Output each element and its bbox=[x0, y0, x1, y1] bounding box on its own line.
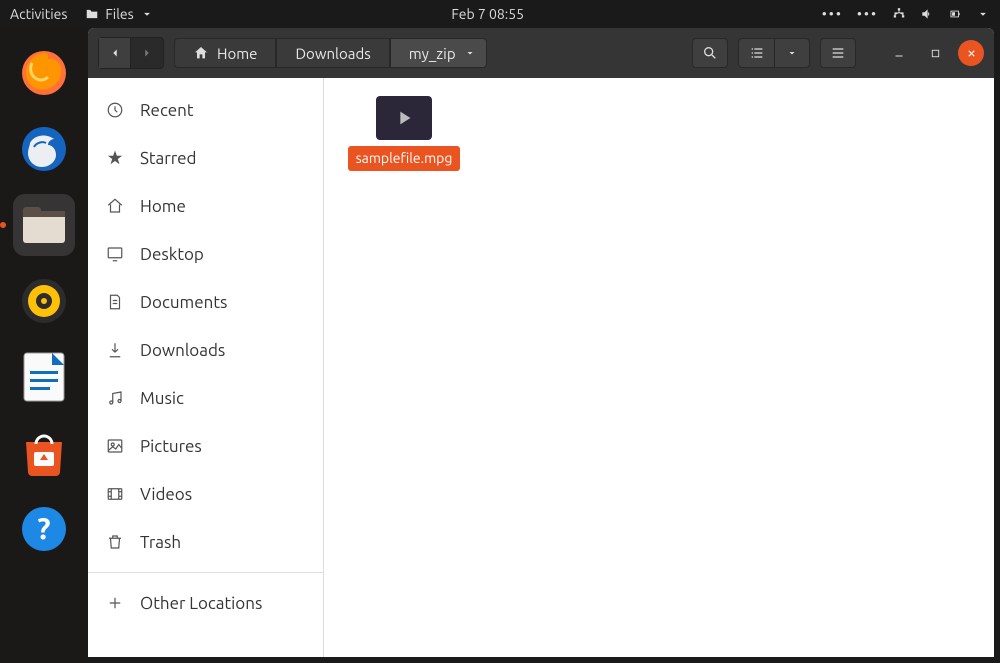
picture-icon bbox=[106, 437, 124, 455]
sidebar-item-videos[interactable]: Videos bbox=[88, 470, 323, 518]
list-view-button[interactable] bbox=[738, 38, 774, 68]
dock-rhythmbox[interactable] bbox=[13, 270, 75, 332]
sidebar-item-documents[interactable]: Documents bbox=[88, 278, 323, 326]
thunderbird-icon bbox=[20, 125, 68, 173]
breadcrumb-current[interactable]: my_zip bbox=[390, 38, 487, 68]
sidebar-item-label: Home bbox=[140, 197, 186, 216]
sidebar-item-music[interactable]: Music bbox=[88, 374, 323, 422]
window-titlebar: Home Downloads my_zip bbox=[88, 28, 994, 78]
maximize-icon bbox=[930, 48, 941, 59]
help-icon: ? bbox=[20, 505, 68, 553]
sidebar-item-recent[interactable]: Recent bbox=[88, 86, 323, 134]
file-name-label: samplefile.mpg bbox=[348, 146, 461, 171]
list-icon bbox=[749, 45, 765, 61]
chevron-left-icon bbox=[108, 46, 122, 60]
sidebar-item-label: Starred bbox=[140, 149, 197, 168]
sidebar-item-trash[interactable]: Trash bbox=[88, 518, 323, 566]
hamburger-icon bbox=[830, 45, 846, 61]
chevron-down-icon bbox=[464, 47, 476, 59]
file-item[interactable]: samplefile.mpg bbox=[352, 96, 456, 171]
breadcrumb-current-label: my_zip bbox=[409, 45, 456, 62]
home-icon bbox=[193, 45, 209, 61]
hamburger-menu-button[interactable] bbox=[820, 38, 856, 68]
sidebar-item-other-locations[interactable]: Other Locations bbox=[88, 579, 323, 627]
chevron-down-icon[interactable] bbox=[976, 7, 990, 21]
plus-icon bbox=[106, 594, 124, 612]
speaker-icon bbox=[20, 277, 68, 325]
view-controls bbox=[738, 38, 810, 68]
video-icon bbox=[106, 485, 124, 503]
dock-help[interactable]: ? bbox=[13, 498, 75, 560]
firefox-icon bbox=[20, 49, 68, 97]
sidebar-item-home[interactable]: Home bbox=[88, 182, 323, 230]
volume-icon[interactable] bbox=[920, 7, 934, 21]
indicator-dots-1[interactable]: ••• bbox=[822, 6, 843, 22]
sidebar-item-label: Music bbox=[140, 389, 184, 408]
breadcrumb-downloads[interactable]: Downloads bbox=[276, 38, 389, 68]
sidebar-item-label: Pictures bbox=[140, 437, 202, 456]
dock-libreoffice[interactable] bbox=[13, 346, 75, 408]
video-thumbnail bbox=[376, 96, 432, 140]
places-sidebar: Recent Starred Home Desktop Documents Do… bbox=[88, 78, 324, 657]
minimize-button[interactable] bbox=[886, 40, 912, 66]
document-icon bbox=[106, 293, 124, 311]
breadcrumb-home[interactable]: Home bbox=[174, 38, 276, 68]
network-icon[interactable] bbox=[892, 7, 906, 21]
dock-files[interactable] bbox=[13, 194, 75, 256]
file-grid[interactable]: samplefile.mpg bbox=[324, 78, 994, 657]
back-button[interactable] bbox=[99, 38, 131, 68]
clock-icon bbox=[106, 101, 124, 119]
sidebar-item-label: Videos bbox=[140, 485, 192, 504]
sidebar-item-downloads[interactable]: Downloads bbox=[88, 326, 323, 374]
download-icon bbox=[106, 341, 124, 359]
files-icon bbox=[21, 205, 67, 245]
close-button[interactable] bbox=[958, 40, 984, 66]
chevron-down-icon bbox=[786, 47, 798, 59]
writer-icon bbox=[22, 351, 66, 403]
close-icon bbox=[966, 48, 977, 59]
forward-button[interactable] bbox=[131, 38, 163, 68]
dock-thunderbird[interactable] bbox=[13, 118, 75, 180]
play-icon bbox=[393, 107, 415, 129]
clock[interactable]: Feb 7 08:55 bbox=[154, 6, 822, 22]
activities-button[interactable]: Activities bbox=[10, 6, 67, 22]
launcher-dock: ? bbox=[0, 28, 88, 663]
chevron-right-icon bbox=[140, 46, 154, 60]
minimize-icon bbox=[893, 47, 905, 59]
folder-icon bbox=[85, 7, 99, 21]
music-icon bbox=[106, 389, 124, 407]
sidebar-separator bbox=[88, 572, 323, 573]
sidebar-item-label: Downloads bbox=[140, 341, 225, 360]
maximize-button[interactable] bbox=[922, 40, 948, 66]
sidebar-item-label: Desktop bbox=[140, 245, 204, 264]
desktop-icon bbox=[106, 245, 124, 263]
indicator-dots-2[interactable]: ••• bbox=[857, 6, 878, 22]
breadcrumb-home-label: Home bbox=[217, 45, 257, 62]
sidebar-item-starred[interactable]: Starred bbox=[88, 134, 323, 182]
sidebar-item-label: Trash bbox=[140, 533, 181, 552]
sidebar-item-desktop[interactable]: Desktop bbox=[88, 230, 323, 278]
shopping-bag-icon bbox=[20, 430, 68, 476]
nav-buttons bbox=[98, 37, 164, 69]
sidebar-item-label: Documents bbox=[140, 293, 227, 312]
dock-firefox[interactable] bbox=[13, 42, 75, 104]
view-dropdown-button[interactable] bbox=[774, 38, 810, 68]
dock-software[interactable] bbox=[13, 422, 75, 484]
chevron-down-icon bbox=[140, 7, 154, 21]
sidebar-item-label: Other Locations bbox=[140, 594, 262, 613]
trash-icon bbox=[106, 533, 124, 551]
search-icon bbox=[702, 45, 718, 61]
app-menu-label: Files bbox=[105, 6, 133, 22]
star-icon bbox=[106, 149, 124, 167]
sidebar-item-pictures[interactable]: Pictures bbox=[88, 422, 323, 470]
sidebar-item-label: Recent bbox=[140, 101, 194, 120]
path-bar: Home Downloads my_zip bbox=[174, 38, 487, 68]
app-menu[interactable]: Files bbox=[85, 6, 153, 22]
battery-icon[interactable] bbox=[948, 7, 962, 21]
home-icon bbox=[106, 197, 124, 215]
files-window: Home Downloads my_zip bbox=[88, 28, 994, 657]
search-button[interactable] bbox=[692, 38, 728, 68]
svg-text:?: ? bbox=[37, 511, 50, 545]
gnome-topbar: Activities Files Feb 7 08:55 ••• ••• bbox=[0, 0, 1000, 28]
